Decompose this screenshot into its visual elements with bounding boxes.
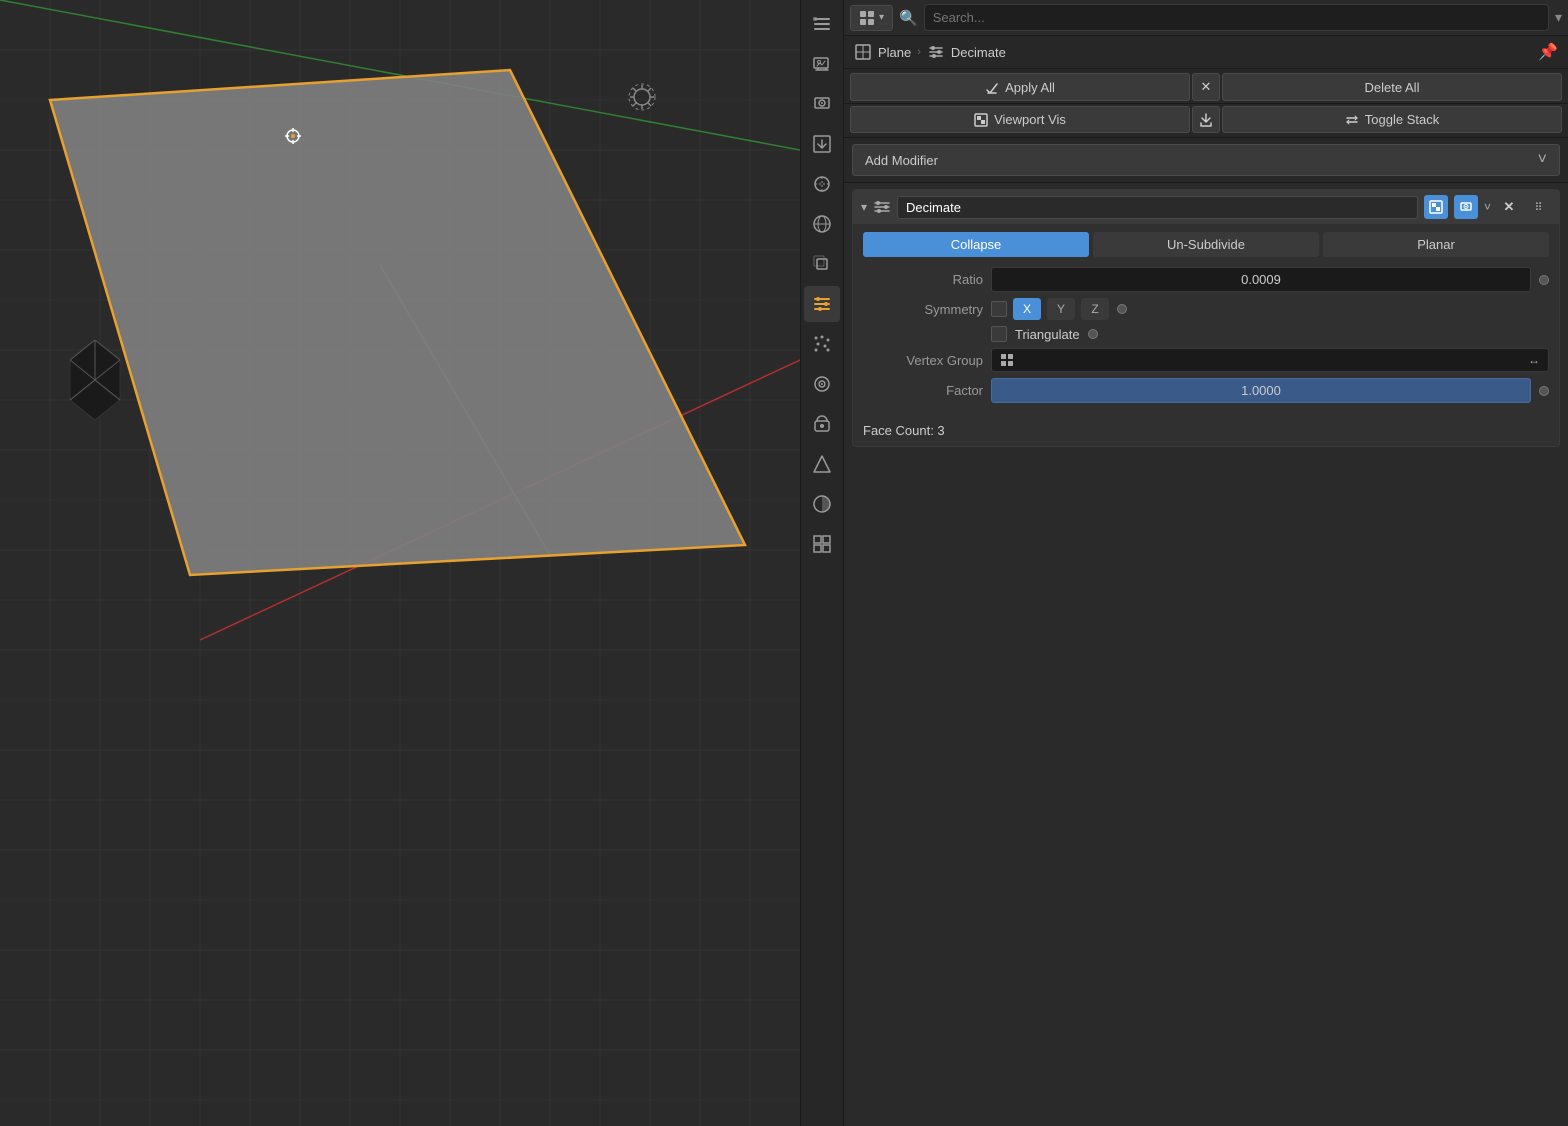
vertex-group-row: Vertex Group ↔ — [863, 348, 1549, 372]
triangulate-row: Triangulate — [863, 326, 1549, 342]
ratio-row: Ratio 0.0009 — [863, 267, 1549, 292]
modifier-close-btn[interactable]: ✕ — [1497, 195, 1521, 219]
sidebar-icon-scene[interactable] — [804, 46, 840, 82]
ratio-dot[interactable] — [1539, 275, 1549, 285]
modifier-collapse-btn[interactable]: ▾ — [861, 200, 867, 214]
breadcrumb: Plane › Decimate 📌 — [844, 36, 1568, 69]
search-input[interactable] — [924, 4, 1549, 31]
toggle-stack-icon — [1345, 113, 1359, 127]
vertex-group-icon — [1000, 353, 1014, 367]
modifier-dots-btn[interactable]: ⠿ — [1527, 195, 1551, 219]
export-icon — [1199, 113, 1213, 127]
pin-icon[interactable]: 📌 — [1538, 42, 1558, 62]
symmetry-dot[interactable] — [1117, 304, 1127, 314]
sidebar-icon-texture[interactable] — [804, 526, 840, 562]
breadcrumb-separator: › — [917, 46, 921, 58]
sidebar-icon-constraints[interactable] — [804, 406, 840, 442]
modifier-props: Ratio 0.0009 Symmetry X Y — [853, 261, 1559, 415]
add-modifier-row: Add Modifier ˅ — [844, 138, 1568, 183]
triangulate-text: Triangulate — [1015, 327, 1080, 342]
search-magnifier-icon: 🔍 — [899, 9, 918, 27]
panel-selector-btn[interactable]: ▾ — [850, 5, 893, 31]
triangulate-dot[interactable] — [1088, 329, 1098, 339]
vertex-group-arrows: ↔ — [1528, 353, 1540, 367]
face-count-row: Face Count: 3 — [853, 415, 1559, 446]
modifier-card-header: ▾ — [853, 190, 1559, 224]
sidebar-icon-tools[interactable] — [804, 6, 840, 42]
sidebar-icon-object[interactable] — [804, 246, 840, 282]
sidebar-icon-modifier[interactable] — [804, 286, 840, 322]
close-symbol: ✕ — [1201, 79, 1212, 95]
render-toggle[interactable] — [1454, 195, 1478, 219]
symmetry-row: Symmetry X Y Z — [863, 298, 1549, 320]
modifier-expand-chevron[interactable]: ˅ — [1484, 200, 1491, 214]
properties-panel: ▾ 🔍 ▾ Plane › Decimate 📌 Apply A — [844, 0, 1568, 1126]
apply-icon — [985, 80, 999, 94]
panel-grid-icon — [859, 10, 875, 26]
symmetry-controls: X Y Z — [991, 298, 1109, 320]
tab-planar[interactable]: Planar — [1323, 232, 1549, 257]
modifier-card: ▾ — [852, 189, 1560, 447]
export-button[interactable] — [1192, 106, 1220, 133]
sidebar-icon-material[interactable] — [804, 486, 840, 522]
vertex-group-field[interactable]: ↔ — [991, 348, 1549, 372]
modifier-breadcrumb-icon — [927, 43, 945, 61]
modifier-name-input[interactable] — [897, 196, 1418, 219]
factor-field[interactable]: 1.0000 — [991, 378, 1531, 403]
ratio-label: Ratio — [863, 272, 983, 287]
panel-dropdown-arrow: ▾ — [879, 12, 884, 23]
sidebar-icon-view-layer[interactable] — [804, 166, 840, 202]
modifier-type-icon — [873, 198, 891, 216]
factor-row: Factor 1.0000 — [863, 378, 1549, 403]
symmetry-checkbox[interactable] — [991, 301, 1007, 317]
add-modifier-label: Add Modifier — [865, 153, 938, 168]
realtime-toggle[interactable] — [1424, 195, 1448, 219]
face-count-text: Face Count: 3 — [863, 423, 945, 438]
modifier-actions-row2: Viewport Vis Toggle Stack — [844, 104, 1568, 138]
factor-dot[interactable] — [1539, 386, 1549, 396]
top-search-row: ▾ 🔍 ▾ — [844, 0, 1568, 36]
viewport-vis-icon — [974, 113, 988, 127]
breadcrumb-modifier: Decimate — [951, 45, 1006, 60]
sidebar-icon-physics[interactable] — [804, 366, 840, 402]
sidebar-icon-data[interactable] — [804, 446, 840, 482]
sidebar-icon-world[interactable] — [804, 206, 840, 242]
breadcrumb-object: Plane — [878, 45, 911, 60]
chevron-down-icon: ▾ — [1555, 9, 1562, 26]
sidebar-icon-particles[interactable] — [804, 326, 840, 362]
triangulate-checkbox[interactable] — [991, 326, 1007, 342]
toggle-stack-button[interactable]: Toggle Stack — [1222, 106, 1562, 133]
realtime-icon — [1429, 200, 1443, 214]
modifier-actions-row1: Apply All ✕ Delete All — [844, 69, 1568, 104]
add-modifier-chevron: ˅ — [1538, 151, 1547, 169]
tab-collapse[interactable]: Collapse — [863, 232, 1089, 257]
modifier-tabs: Collapse Un-Subdivide Planar — [853, 224, 1559, 261]
triangulate-controls: Triangulate — [991, 326, 1080, 342]
viewport-vis-button[interactable]: Viewport Vis — [850, 106, 1190, 133]
add-modifier-button[interactable]: Add Modifier ˅ — [852, 144, 1560, 176]
delete-all-button[interactable]: Delete All — [1222, 73, 1562, 101]
apply-all-button[interactable]: Apply All — [850, 73, 1190, 101]
factor-value: 1.0000 — [1241, 383, 1281, 398]
apply-all-label: Apply All — [1005, 80, 1055, 95]
sidebar-icons — [800, 0, 844, 1126]
delete-all-label: Delete All — [1365, 80, 1420, 95]
plane-icon — [854, 43, 872, 61]
vertex-group-label: Vertex Group — [863, 353, 983, 368]
symmetry-x-btn[interactable]: X — [1013, 298, 1041, 320]
ratio-value: 0.0009 — [1241, 272, 1281, 287]
sidebar-icon-output[interactable] — [804, 126, 840, 162]
symmetry-y-btn[interactable]: Y — [1047, 298, 1075, 320]
ratio-field[interactable]: 0.0009 — [991, 267, 1531, 292]
tab-unsubdivide[interactable]: Un-Subdivide — [1093, 232, 1319, 257]
symmetry-label: Symmetry — [863, 302, 983, 317]
factor-label: Factor — [863, 383, 983, 398]
viewport-vis-label: Viewport Vis — [994, 112, 1066, 127]
render-icon — [1459, 200, 1473, 214]
close-apply-button[interactable]: ✕ — [1192, 73, 1220, 101]
toggle-stack-label: Toggle Stack — [1365, 112, 1439, 127]
viewport[interactable] — [0, 0, 800, 1126]
symmetry-z-btn[interactable]: Z — [1081, 298, 1109, 320]
sidebar-icon-render[interactable] — [804, 86, 840, 122]
